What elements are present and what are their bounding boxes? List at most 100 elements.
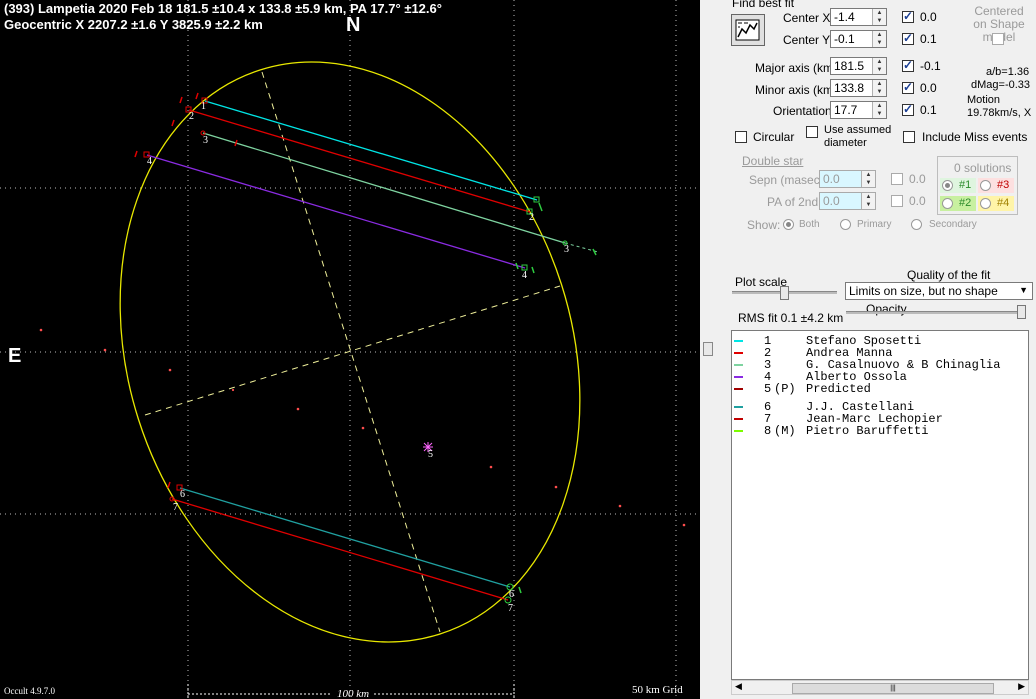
solution-4[interactable]: #4 bbox=[978, 196, 1014, 211]
solution-1-radio[interactable] bbox=[942, 180, 953, 191]
splitter[interactable] bbox=[700, 0, 726, 699]
sepn-label: Sepn (masec) bbox=[749, 173, 824, 187]
chord-label-3: 3 bbox=[203, 135, 208, 146]
orientation-label: Orientation bbox=[773, 104, 832, 118]
legend-hscrollbar[interactable]: ◀ ||| ▶ bbox=[731, 680, 1029, 695]
pa2-checkbox[interactable] bbox=[891, 195, 903, 207]
minor-axis-spinner[interactable]: ▲ ▼ bbox=[872, 80, 886, 96]
scale-label: 100 km bbox=[337, 688, 370, 699]
chord-6 bbox=[179, 487, 511, 588]
chord-label-5: 5 bbox=[428, 449, 433, 460]
include-miss-checkbox[interactable] bbox=[903, 131, 915, 143]
include-miss-label: Include Miss events bbox=[922, 130, 1028, 144]
north-label: N bbox=[346, 14, 361, 36]
sepn-input[interactable]: 0.0 ▲ ▼ bbox=[819, 170, 876, 188]
pa2-spinner[interactable]: ▲ ▼ bbox=[861, 193, 875, 209]
chevron-down-icon: ▼ bbox=[1019, 285, 1028, 295]
center-x-uncert: 0.0 bbox=[920, 10, 937, 24]
legend-swatch bbox=[734, 406, 743, 408]
background-stars bbox=[39, 328, 686, 527]
minor-axis-line bbox=[144, 285, 561, 416]
legend-swatch bbox=[734, 430, 743, 432]
center-x-checkbox[interactable] bbox=[902, 9, 914, 23]
scroll-thumb[interactable]: ||| bbox=[792, 683, 994, 694]
solution-3-radio[interactable] bbox=[980, 180, 991, 191]
solutions-title: 0 solutions bbox=[954, 161, 1012, 175]
fit-panel: Find best fit Center X -1.4▲▼ 0.0 Center… bbox=[726, 0, 1036, 699]
centered-on-shape-checkbox[interactable] bbox=[992, 33, 1004, 45]
legend-name: Predicted bbox=[806, 382, 871, 396]
show-secondary-radio[interactable] bbox=[911, 219, 922, 230]
center-y-input[interactable]: -0.1 ▲ ▼ bbox=[830, 30, 887, 48]
legend-swatch bbox=[734, 418, 743, 420]
major-axis-checkbox[interactable] bbox=[902, 58, 914, 72]
splitter-grip[interactable] bbox=[703, 342, 713, 356]
show-both-radio[interactable] bbox=[783, 219, 794, 230]
observer-legend[interactable]: 1 Stefano Sposetti 2 Andrea Manna 3 G. Casaln… bbox=[731, 330, 1029, 680]
plot-scale-thumb[interactable] bbox=[780, 286, 789, 300]
scroll-right-icon[interactable]: ▶ bbox=[1018, 681, 1025, 692]
chord-label-4: 4 bbox=[147, 156, 152, 167]
chord-label-7: 7 bbox=[173, 502, 178, 513]
pa2-uncert: 0.0 bbox=[909, 194, 926, 208]
grid-label: 50 km Grid bbox=[632, 684, 683, 696]
pa2-input[interactable]: 0.0 ▲ ▼ bbox=[819, 192, 876, 210]
find-best-fit-button[interactable] bbox=[731, 14, 765, 46]
use-assumed-checkbox[interactable] bbox=[806, 126, 818, 138]
scroll-left-icon[interactable]: ◀ bbox=[735, 681, 742, 692]
dmag-value: dMag=-0.33 bbox=[971, 79, 1031, 91]
show-both-label: Both bbox=[799, 219, 820, 230]
plot-canvas bbox=[0, 0, 700, 699]
orientation-checkbox[interactable] bbox=[902, 102, 914, 116]
solutions-group: 0 solutions #1 #3 #2 #4 bbox=[937, 156, 1018, 215]
center-y-spinner[interactable]: ▲ ▼ bbox=[872, 31, 886, 47]
legend-number: 5 bbox=[764, 382, 772, 396]
minor-axis-uncert: 0.0 bbox=[920, 81, 937, 95]
opacity-thumb[interactable] bbox=[1017, 305, 1026, 319]
solution-2[interactable]: #2 bbox=[940, 196, 976, 211]
double-star-label[interactable]: Double star bbox=[742, 154, 803, 168]
show-secondary-label: Secondary bbox=[929, 219, 977, 230]
chord-label-2-end: 2 bbox=[529, 212, 534, 223]
ab-ratio: a/b=1.36 bbox=[986, 66, 1030, 78]
minor-axis-label: Minor axis (km) bbox=[755, 83, 838, 97]
chord-markers bbox=[143, 97, 568, 604]
minor-axis-input[interactable]: 133.8 ▲ ▼ bbox=[830, 79, 887, 97]
legend-swatch bbox=[734, 376, 743, 378]
chord-label-1: 1 bbox=[201, 101, 206, 112]
center-y-label: Center Y bbox=[783, 33, 831, 47]
show-primary-radio[interactable] bbox=[840, 219, 851, 230]
center-y-uncert: 0.1 bbox=[920, 32, 937, 46]
chord-label-4-end: 4 bbox=[522, 270, 527, 281]
chord-label-7-end: 7 bbox=[508, 603, 513, 614]
use-assumed-label: Use assumed diameter bbox=[824, 124, 892, 149]
solution-4-radio[interactable] bbox=[980, 198, 991, 209]
quality-select[interactable]: Limits on size, but no shape ▼ bbox=[845, 282, 1033, 300]
solution-1[interactable]: #1 bbox=[940, 178, 976, 193]
motion-value: 19.78km/s, X bbox=[967, 107, 1032, 119]
major-axis-spinner[interactable]: ▲ ▼ bbox=[872, 58, 886, 74]
circular-label: Circular bbox=[753, 130, 795, 144]
sepn-checkbox[interactable] bbox=[891, 173, 903, 185]
error-ticks bbox=[134, 92, 597, 594]
orientation-uncert: 0.1 bbox=[920, 103, 937, 117]
pa2-label: PA of 2nd bbox=[767, 195, 819, 209]
legend-swatch bbox=[734, 364, 743, 366]
plot-title: (393) Lampetia 2020 Feb 18 181.5 ±10.4 x… bbox=[4, 1, 442, 16]
center-x-input[interactable]: -1.4 ▲ ▼ bbox=[830, 8, 887, 26]
orientation-input[interactable]: 17.7 ▲ ▼ bbox=[830, 101, 887, 119]
chord-label-6: 6 bbox=[180, 489, 185, 500]
sepn-spinner[interactable]: ▲ ▼ bbox=[861, 171, 875, 187]
solution-2-radio[interactable] bbox=[942, 198, 953, 209]
legend-flag: (P) bbox=[774, 382, 796, 396]
center-x-spinner[interactable]: ▲ ▼ bbox=[872, 9, 886, 25]
solution-3[interactable]: #3 bbox=[978, 178, 1014, 193]
opacity-slider[interactable] bbox=[846, 311, 1026, 314]
occultation-plot[interactable]: (393) Lampetia 2020 Feb 18 181.5 ±10.4 x… bbox=[0, 0, 700, 699]
major-axis-label: Major axis (km) bbox=[755, 61, 838, 75]
circular-checkbox[interactable] bbox=[735, 131, 747, 143]
minor-axis-checkbox[interactable] bbox=[902, 80, 914, 94]
major-axis-input[interactable]: 181.5 ▲ ▼ bbox=[830, 57, 887, 75]
center-y-checkbox[interactable] bbox=[902, 31, 914, 45]
orientation-spinner[interactable]: ▲ ▼ bbox=[872, 102, 886, 118]
